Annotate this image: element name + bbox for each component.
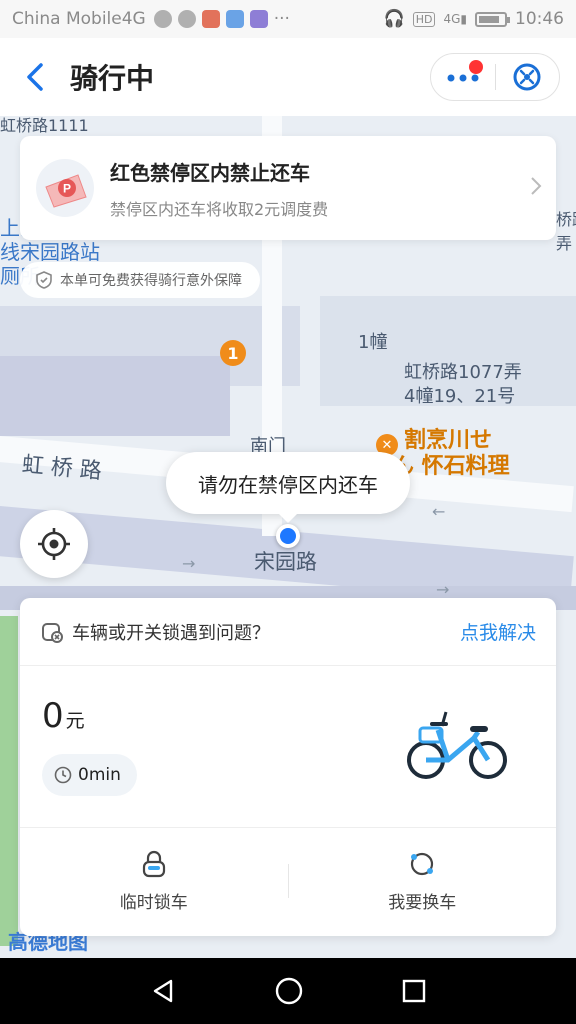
parking-notice-title: 红色禁停区内禁止还车 [110,160,310,185]
map-label: 1幢 [358,332,388,353]
nav-home-icon[interactable] [274,976,304,1006]
map-label: 4幢19、21号 [404,386,516,407]
no-parking-zone-icon: P [20,136,110,240]
direction-arrow: → [182,554,196,573]
parking-notice-subtitle: 禁停区内还车将收取2元调度费 [110,199,329,219]
spotify-icon [153,10,172,28]
problem-text: 车辆或开关锁遇到问题？ [72,622,270,644]
more-button[interactable] [431,54,495,100]
temp-lock-button[interactable]: 临时锁车 [20,828,288,934]
more-icon: ··· [273,9,290,29]
app-icon [225,10,244,28]
nav-back-icon[interactable] [149,977,177,1005]
notification-dot [468,60,483,74]
direction-arrow: ← [432,502,446,521]
change-bike-button[interactable]: 我要换车 [289,828,557,934]
map-label: 虹桥路1077弄 [404,362,522,383]
status-bar: China Mobile4G ··· 🎧 HD 4G▮ 10:46 [0,0,576,38]
map-label: 宋园路 [254,550,317,574]
map-label: 虹 桥 路 [20,452,103,485]
close-circle-icon [513,63,541,91]
nav-recents-icon[interactable] [401,978,427,1004]
ride-time-chip: 0min [42,754,137,796]
change-bike-label: 我要换车 [388,892,457,913]
poi-badge[interactable]: 1 [220,340,246,366]
parking-notice-card[interactable]: P 红色禁停区内禁止还车 禁停区内还车将收取2元调度费 [20,136,556,240]
app-header: 骑行中 [0,38,576,116]
music-icon [249,10,268,28]
insurance-chip[interactable]: 本单可免费获得骑行意外保障 [20,262,260,298]
system-nav-bar [0,958,576,1024]
hd-icon: HD [412,11,436,27]
crosshair-icon [38,528,70,560]
bubble-text: 请勿在禁停区内还车 [198,472,378,497]
fare-display: 0 元 [42,696,85,736]
map-label: 弄 [556,234,573,253]
signal-icon: 4G▮ [443,12,467,26]
shield-icon [36,271,52,289]
fix-link[interactable]: 点我解决 [460,618,536,645]
lock-icon [142,850,165,877]
map-label: ん 怀石料理 [392,454,510,479]
bike-icon [407,711,507,779]
riding-panel: 车辆或开关锁遇到问题？ 点我解决 0 元 0min 临时锁车 我要换车 [20,598,556,936]
direction-arrow: → [436,580,450,599]
fare-unit: 元 [65,710,85,732]
problem-row[interactable]: 车辆或开关锁遇到问题？ 点我解决 [20,598,556,666]
action-row: 临时锁车 我要换车 [20,828,556,934]
mini-program-capsule [430,53,560,101]
no-return-tip-bubble: 请勿在禁停区内还车 [166,452,410,523]
lock-problem-icon [42,622,63,643]
headphone-icon: 🎧 [383,9,405,29]
clock: 10:46 [515,9,564,29]
close-button[interactable] [496,54,560,100]
back-chevron-icon [27,63,43,91]
temp-lock-label: 临时锁车 [119,892,188,913]
back-button[interactable] [0,38,70,116]
locate-me-button[interactable] [20,510,88,578]
fare-row: 0 元 0min [20,666,556,828]
ride-time-value: 0min [78,765,121,785]
carrier-label: China Mobile4G [12,9,146,29]
insurance-text: 本单可免费获得骑行意外保障 [60,273,242,289]
app-icon [201,10,220,28]
page-title: 骑行中 [70,62,155,95]
swap-bike-icon [411,852,434,875]
fare-value: 0 [42,696,64,736]
map-label: 虹桥路1111 [0,116,89,135]
battery-icon [475,11,510,27]
current-location-marker [276,524,300,548]
svg-text:P: P [63,182,71,196]
chat-icon [177,10,196,28]
chevron-right-icon [531,177,542,195]
clock-icon [54,766,72,784]
map-label: 桥路 [556,210,576,229]
